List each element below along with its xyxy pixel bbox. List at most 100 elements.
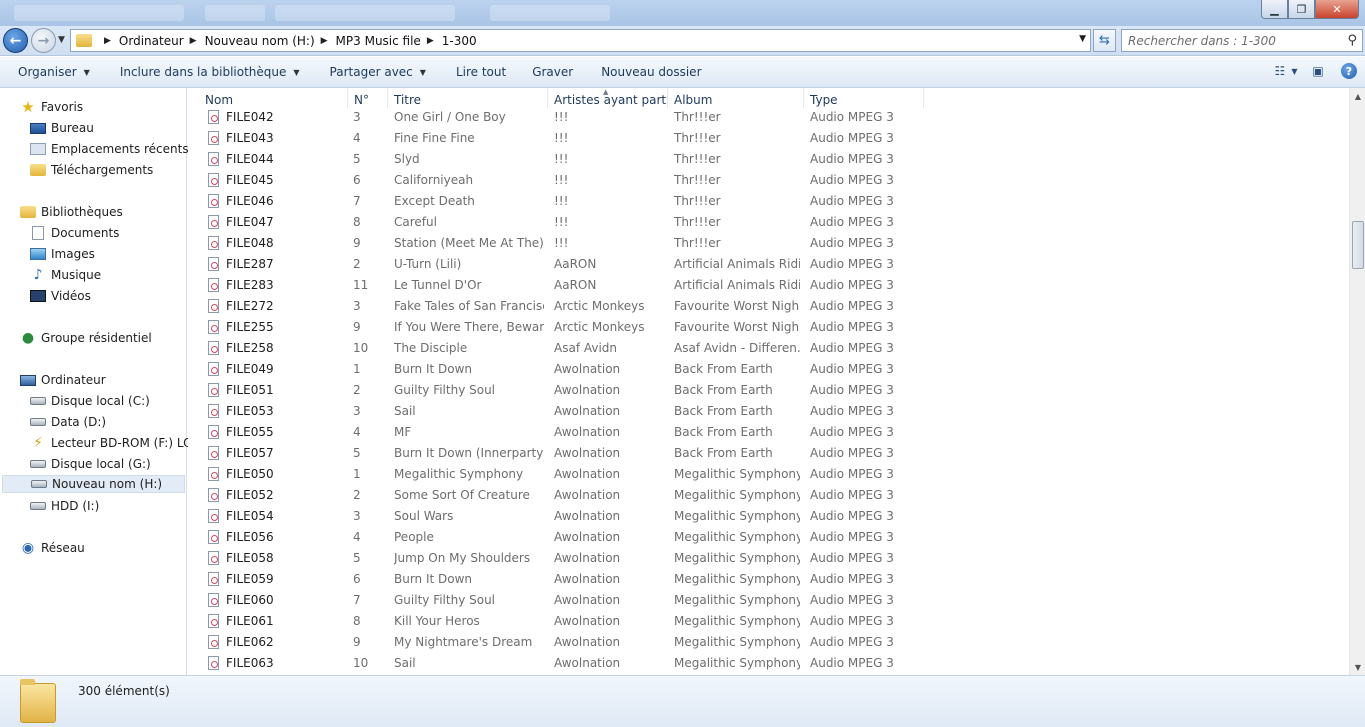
table-row[interactable]: FILE051 2 Guilty Filthy Soul Awolnation Back… <box>188 380 928 401</box>
table-row[interactable]: FILE043 4 Fine Fine Fine!!! Thr!!!er Audio M… <box>188 128 928 149</box>
nav-drive-h[interactable]: Nouveau nom (H:) <box>2 475 185 493</box>
help-button[interactable]: ? <box>1341 63 1357 79</box>
address-bar[interactable]: ▶ Ordinateur ▶ Nouveau nom (H:) ▶ MP3 Mu… <box>70 29 1091 52</box>
chevron-right-icon[interactable]: ▶ <box>427 36 434 46</box>
library-icon <box>20 206 36 218</box>
table-row[interactable]: FILE058 5 Jump On My Shoulders Awolnation Me… <box>188 548 928 569</box>
chevron-right-icon[interactable]: ▶ <box>321 36 328 46</box>
table-row[interactable]: FILE053 3 Sail Awolnation Back From Earth Aud… <box>188 401 928 422</box>
share-with-button[interactable]: Partager avec ▼ <box>310 65 436 79</box>
nav-downloads[interactable]: Téléchargements <box>30 161 153 179</box>
mp3-file-icon <box>208 257 219 271</box>
track-artist: Awolnation <box>554 509 621 523</box>
item-count: 300 élément(s) <box>78 684 170 698</box>
nav-libraries[interactable]: Bibliothèques <box>20 203 123 221</box>
title-bar[interactable]: ▁ ❐ ✕ <box>0 0 1365 26</box>
table-row[interactable]: FILE057 5 Burn It Down (Innerpartys... Awol… <box>188 443 928 464</box>
breadcrumb-item-mp3-music-file[interactable]: MP3 Music file <box>336 34 421 48</box>
table-row[interactable]: FILE052 2 Some Sort Of Creature Awolnation M… <box>188 485 928 506</box>
table-row[interactable]: FILE045 6 Californiyeah!!! Thr!!!er Audio MP… <box>188 170 928 191</box>
mp3-file-icon <box>208 467 219 481</box>
table-row[interactable]: FILE054 3 Soul Wars Awolnation Megalithic Sy… <box>188 506 928 527</box>
file-name: FILE050 <box>226 467 274 481</box>
maximize-button[interactable]: ❐ <box>1288 0 1315 19</box>
table-row[interactable]: FILE272 3 Fake Tales of San Francisco Arcti… <box>188 296 928 317</box>
view-options-button[interactable]: ☷ ▼ <box>1275 62 1298 80</box>
vertical-scrollbar[interactable]: ▲ ▼ <box>1349 88 1365 675</box>
nav-music[interactable]: ♪ Musique <box>30 266 102 284</box>
table-row[interactable]: FILE044 5 Slyd!!! Thr!!!er Audio MPEG 3 <box>188 149 928 170</box>
breadcrumb-item-1-300[interactable]: 1-300 <box>442 34 477 48</box>
table-row[interactable]: FILE258 10 The Disciple Asaf Avidn Asaf Avid… <box>188 338 928 359</box>
table-row[interactable]: FILE287 2 U-Turn (Lili) AaRON Artificial Ani… <box>188 254 928 275</box>
column-header-name[interactable]: Nom <box>199 88 348 108</box>
nav-recent-places[interactable]: Emplacements récents <box>30 140 189 158</box>
scroll-up-button[interactable]: ▲ <box>1350 88 1365 104</box>
table-row[interactable]: FILE046 7 Except Death!!! Thr!!!er Audio MPE… <box>188 191 928 212</box>
nav-drive-d[interactable]: Data (D:) <box>30 413 106 431</box>
table-row[interactable]: FILE042 3 One Girl / One Boy!!! Thr!!!er Aud… <box>188 107 928 128</box>
nav-images[interactable]: Images <box>30 245 95 263</box>
organize-button[interactable]: Organiser ▼ <box>0 65 100 79</box>
table-row[interactable]: FILE283 11 Le Tunnel D'Or AaRON Artificial A… <box>188 275 928 296</box>
track-title: Sail <box>394 656 416 670</box>
new-folder-button[interactable]: Nouveau dossier <box>583 65 711 79</box>
table-row[interactable]: FILE048 9 Station (Meet Me At The)!!! Thr!!… <box>188 233 928 254</box>
nav-drive-c[interactable]: Disque local (C:) <box>30 392 150 410</box>
table-row[interactable]: FILE062 9 My Nightmare's Dream Awolnation Me… <box>188 632 928 653</box>
table-row[interactable]: FILE063 10 Sail Awolnation Megalithic Sympho… <box>188 653 928 674</box>
nav-drive-g[interactable]: Disque local (G:) <box>30 455 151 473</box>
recent-pages-dropdown[interactable]: ▼ <box>58 35 65 45</box>
nav-drive-i[interactable]: HDD (I:) <box>30 497 99 515</box>
chevron-right-icon[interactable]: ▶ <box>104 36 111 46</box>
file-type: Audio MPEG 3 <box>810 110 894 124</box>
back-button[interactable]: ← <box>3 28 28 53</box>
nav-desktop[interactable]: Bureau <box>30 119 94 137</box>
forward-button[interactable]: → <box>31 28 56 53</box>
column-header-number[interactable]: N° <box>348 88 388 108</box>
table-row[interactable]: FILE061 8 Kill Your Heros Awolnation Megalit… <box>188 611 928 632</box>
file-type: Audio MPEG 3 <box>810 383 894 397</box>
column-header-type[interactable]: Type <box>804 88 924 108</box>
search-input[interactable]: Rechercher dans : 1-300 ⚲ <box>1121 29 1363 52</box>
table-row[interactable]: FILE050 1 Megalithic Symphony Awolnation Meg… <box>188 464 928 485</box>
column-header-album[interactable]: Album <box>668 88 804 108</box>
refresh-button[interactable]: ⇆ <box>1093 29 1116 52</box>
column-header-title[interactable]: Titre <box>388 88 548 108</box>
table-row[interactable]: FILE047 8 Careful!!! Thr!!!er Audio MPEG 3 <box>188 212 928 233</box>
recent-places-icon <box>30 143 46 155</box>
scroll-thumb[interactable] <box>1352 221 1364 269</box>
breadcrumb-item-drive-h[interactable]: Nouveau nom (H:) <box>205 34 315 48</box>
mp3-file-icon <box>208 572 219 586</box>
navigation-pane[interactable]: ★ Favoris Bureau Emplacements récents Tél… <box>0 88 200 675</box>
nav-drive-f[interactable]: ⚡ Lecteur BD-ROM (F:) LOT <box>30 434 200 452</box>
nav-network[interactable]: ◉ Réseau <box>20 539 85 557</box>
chevron-right-icon[interactable]: ▶ <box>190 36 197 46</box>
include-library-button[interactable]: Inclure dans la bibliothèque ▼ <box>100 65 310 79</box>
breadcrumb-item-computer[interactable]: Ordinateur <box>119 34 184 48</box>
nav-favorites[interactable]: ★ Favoris <box>20 98 83 116</box>
table-row[interactable]: FILE059 6 Burn It Down Awolnation Megalithic… <box>188 569 928 590</box>
file-name: FILE049 <box>226 362 274 376</box>
table-row[interactable]: FILE056 4 People Awolnation Megalithic Symph… <box>188 527 928 548</box>
nav-videos[interactable]: Vidéos <box>30 287 91 305</box>
track-number: 5 <box>353 551 361 565</box>
minimize-button[interactable]: ▁ <box>1261 0 1288 19</box>
track-album: Megalithic Symphony <box>674 551 800 565</box>
nav-computer[interactable]: Ordinateur <box>20 371 106 389</box>
burn-button[interactable]: Graver <box>516 65 583 79</box>
table-row[interactable]: FILE060 7 Guilty Filthy Soul Awolnation Mega… <box>188 590 928 611</box>
search-icon[interactable]: ⚲ <box>1347 33 1357 48</box>
nav-documents[interactable]: Documents <box>30 224 119 242</box>
table-row[interactable]: FILE255 9 If You Were There, Beware Arctic … <box>188 317 928 338</box>
preview-pane-button[interactable]: ▣ <box>1309 62 1327 80</box>
play-all-button[interactable]: Lire tout <box>436 65 516 79</box>
nav-homegroup[interactable]: ● Groupe résidentiel <box>20 329 152 347</box>
close-button[interactable]: ✕ <box>1315 0 1359 19</box>
table-row[interactable]: FILE049 1 Burn It Down Awolnation Back From … <box>188 359 928 380</box>
file-list[interactable]: Nom N° Titre Artistes ayant parti... Alb… <box>188 88 1349 675</box>
table-row[interactable]: FILE055 4 MF Awolnation Back From Earth Audio… <box>188 422 928 443</box>
nav-label: Favoris <box>41 100 84 114</box>
scroll-down-button[interactable]: ▼ <box>1350 659 1365 675</box>
address-history-dropdown[interactable]: ▼ <box>1079 34 1086 44</box>
